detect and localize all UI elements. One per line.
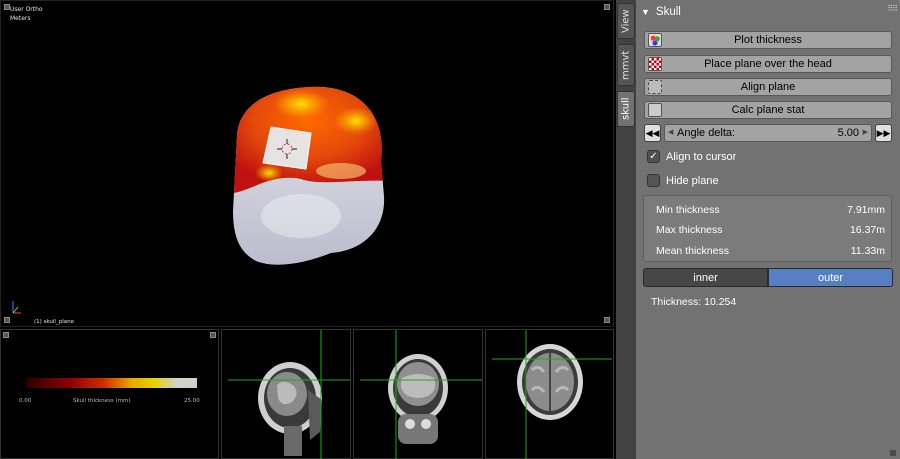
mean-thickness-value: 11.33m xyxy=(850,245,885,257)
panel-header[interactable]: ▼ Skull xyxy=(641,3,895,21)
color-palette-icon xyxy=(648,33,662,47)
tab-mmvt[interactable]: mmvt xyxy=(617,44,635,86)
mri-axial-image[interactable] xyxy=(486,330,615,459)
viewport-corner-handle[interactable] xyxy=(4,4,10,10)
angle-delta-label: Angle delta: xyxy=(677,127,736,139)
colorbar-max-label: 25.00 xyxy=(184,398,200,404)
panel-corner-handle[interactable] xyxy=(3,332,9,338)
viewport-corner-handle[interactable] xyxy=(604,317,610,323)
thickness-stats-box: Min thickness 7.91mm Max thickness 16.37… xyxy=(643,195,892,262)
thickness-readout: Thickness: 10.254 xyxy=(651,296,737,308)
angle-delta-field[interactable]: ◀ Angle delta: 5.00 ▶ xyxy=(664,124,872,142)
max-thickness-label: Max thickness xyxy=(656,224,723,236)
panel-corner-handle[interactable] xyxy=(210,332,216,338)
align-plane-button[interactable]: Align plane xyxy=(644,78,892,96)
mri-coronal-image[interactable] xyxy=(354,330,484,459)
place-plane-label: Place plane over the head xyxy=(704,58,832,70)
calc-plane-stat-button[interactable]: Calc plane stat xyxy=(644,101,892,119)
min-thickness-label: Min thickness xyxy=(656,204,720,216)
axis-gizmo-icon xyxy=(12,301,21,314)
skull-plane xyxy=(262,126,312,170)
colorbar-min-label: 0.00 xyxy=(19,398,32,404)
angle-delta-row: ◀◀ ◀ Angle delta: 5.00 ▶ ▶▶ xyxy=(644,124,892,142)
tab-view[interactable]: View xyxy=(617,3,635,39)
snap-cursor-icon xyxy=(648,103,662,117)
mri-coronal-view[interactable] xyxy=(353,329,483,459)
collapse-triangle-icon[interactable]: ▼ xyxy=(641,7,650,17)
3d-viewport[interactable]: User Ortho Meters (1) skull_plane xyxy=(0,0,614,327)
skull-model[interactable] xyxy=(1,1,615,328)
viewport-corner-handle[interactable] xyxy=(604,4,610,10)
align-to-cursor-label[interactable]: Align to cursor xyxy=(666,151,736,163)
checker-texture-icon xyxy=(648,57,662,71)
mean-thickness-label: Mean thickness xyxy=(656,245,729,257)
calc-plane-stat-label: Calc plane stat xyxy=(731,104,805,116)
mri-sagittal-view[interactable] xyxy=(221,329,351,459)
vertical-tab-strip: View mmvt skull xyxy=(616,0,636,459)
align-grid-icon xyxy=(648,80,662,94)
decrement-arrow-icon[interactable]: ◀ xyxy=(668,128,673,136)
min-thickness-value: 7.91mm xyxy=(847,204,885,216)
plot-thickness-label: Plot thickness xyxy=(734,34,802,46)
active-object-label: (1) skull_plane xyxy=(34,319,74,325)
align-plane-label: Align plane xyxy=(740,81,796,93)
toggle-outer-button[interactable]: outer xyxy=(768,268,893,287)
fast-forward-icon[interactable]: ▶▶ xyxy=(875,124,892,142)
toggle-inner-button[interactable]: inner xyxy=(643,268,768,287)
inner-outer-toggle: inner outer xyxy=(643,268,893,287)
max-thickness-value: 16.37m xyxy=(849,224,885,236)
viewport-corner-handle[interactable] xyxy=(4,317,10,323)
align-to-cursor-checkbox[interactable]: ✓ xyxy=(647,150,660,163)
colorbar-panel: 0.00 Skull thickness (mm) 25.00 xyxy=(0,329,219,459)
angle-delta-value: 5.00 xyxy=(837,127,859,139)
rewind-icon[interactable]: ◀◀ xyxy=(644,124,661,142)
colorbar-title: Skull thickness (mm) xyxy=(73,398,131,404)
increment-arrow-icon[interactable]: ▶ xyxy=(863,128,868,136)
hide-plane-label[interactable]: Hide plane xyxy=(666,175,719,187)
hide-plane-checkbox[interactable] xyxy=(647,174,660,187)
skull-panel: ▼ Skull ⠿⠿ Plot thickness Place plane ov… xyxy=(636,0,900,459)
thickness-colorbar xyxy=(26,378,197,388)
panel-resize-handle[interactable] xyxy=(890,450,896,456)
drag-grip-icon[interactable]: ⠿⠿ xyxy=(887,4,898,13)
panel-title: Skull xyxy=(655,6,681,18)
mri-axial-view[interactable] xyxy=(485,329,614,459)
place-plane-button[interactable]: Place plane over the head xyxy=(644,55,892,73)
tab-skull[interactable]: skull xyxy=(617,91,635,127)
mri-sagittal-image[interactable] xyxy=(222,330,352,459)
plot-thickness-button[interactable]: Plot thickness xyxy=(644,31,892,49)
